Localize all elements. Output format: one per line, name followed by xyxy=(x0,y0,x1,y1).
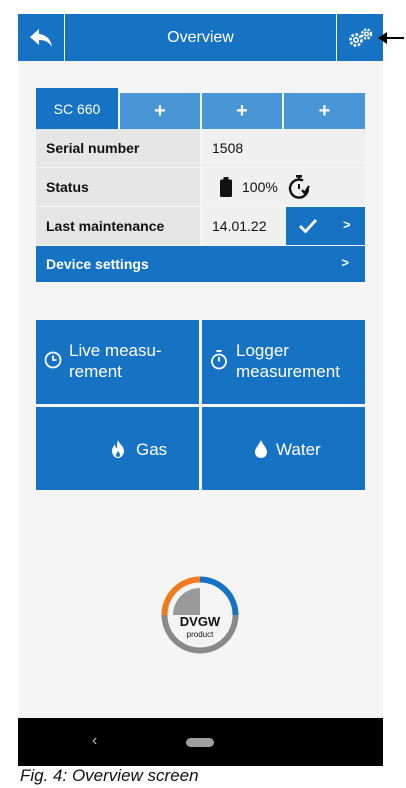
stopwatch-icon xyxy=(288,175,310,199)
water-tile[interactable]: Water xyxy=(202,407,365,490)
flame-icon xyxy=(112,440,124,458)
device-settings-label: Device settings xyxy=(46,256,149,272)
tab-sc660[interactable]: SC 660 xyxy=(36,88,118,129)
serial-number-row: Serial number 1508 xyxy=(36,129,365,167)
home-pill-button[interactable] xyxy=(186,738,214,747)
add-device-tab-1[interactable]: + xyxy=(120,93,200,129)
page-title: Overview xyxy=(167,28,234,46)
last-maintenance-label: Last maintenance xyxy=(36,207,200,245)
battery-icon xyxy=(220,177,232,197)
dvgw-logo-subtext: product xyxy=(186,630,214,639)
confirm-maintenance-button[interactable]: > xyxy=(286,207,365,245)
chevron-right-icon: > xyxy=(341,255,349,270)
device-tabs: SC 660 + + + xyxy=(36,88,365,129)
gears-icon xyxy=(348,27,372,47)
gas-tile[interactable]: Gas xyxy=(36,407,199,490)
reply-arrow-icon xyxy=(30,28,52,47)
last-maintenance-date: 14.01.22 xyxy=(202,207,284,245)
live-measurement-tile[interactable]: Live measu- rement xyxy=(36,320,199,404)
last-maintenance-row: Last maintenance 14.01.22 > xyxy=(36,207,365,245)
status-value: 100% xyxy=(202,168,365,206)
clock-icon xyxy=(44,351,62,369)
water-label: Water xyxy=(276,440,321,459)
dvgw-logo: DVGW product xyxy=(154,569,246,661)
water-drop-icon xyxy=(255,440,267,458)
logger-measurement-label: Logger measurement xyxy=(236,341,340,381)
gas-label: Gas xyxy=(136,440,168,459)
add-device-tab-2[interactable]: + xyxy=(202,93,282,129)
figure-caption: Fig. 4: Overview screen xyxy=(20,766,199,785)
nav-back-button[interactable]: ‹ xyxy=(92,732,97,750)
top-app-bar: Overview xyxy=(18,14,383,61)
status-row: Status 100% xyxy=(36,168,365,206)
checkmark-icon xyxy=(299,219,318,234)
live-measurement-label: Live measu- rement xyxy=(69,341,162,381)
chevron-right-icon: > xyxy=(343,217,351,232)
stopwatch-icon xyxy=(211,350,227,370)
add-device-tab-3[interactable]: + xyxy=(284,93,365,129)
system-navigation-bar: ‹ xyxy=(18,718,383,766)
back-button[interactable] xyxy=(18,14,65,61)
battery-percentage: 100% xyxy=(242,179,278,195)
logger-measurement-tile[interactable]: Logger measurement xyxy=(202,320,365,404)
status-label: Status xyxy=(36,168,200,206)
serial-number-label: Serial number xyxy=(36,129,200,167)
phone-screen: Overview SC 660 + + + Serial number 1508… xyxy=(18,14,383,766)
device-settings-button[interactable]: Device settings > xyxy=(36,246,365,282)
settings-button[interactable] xyxy=(336,14,384,61)
annotation-arrow-icon xyxy=(378,32,404,44)
dvgw-logo-text: DVGW xyxy=(179,614,221,629)
serial-number-value: 1508 xyxy=(202,129,365,167)
